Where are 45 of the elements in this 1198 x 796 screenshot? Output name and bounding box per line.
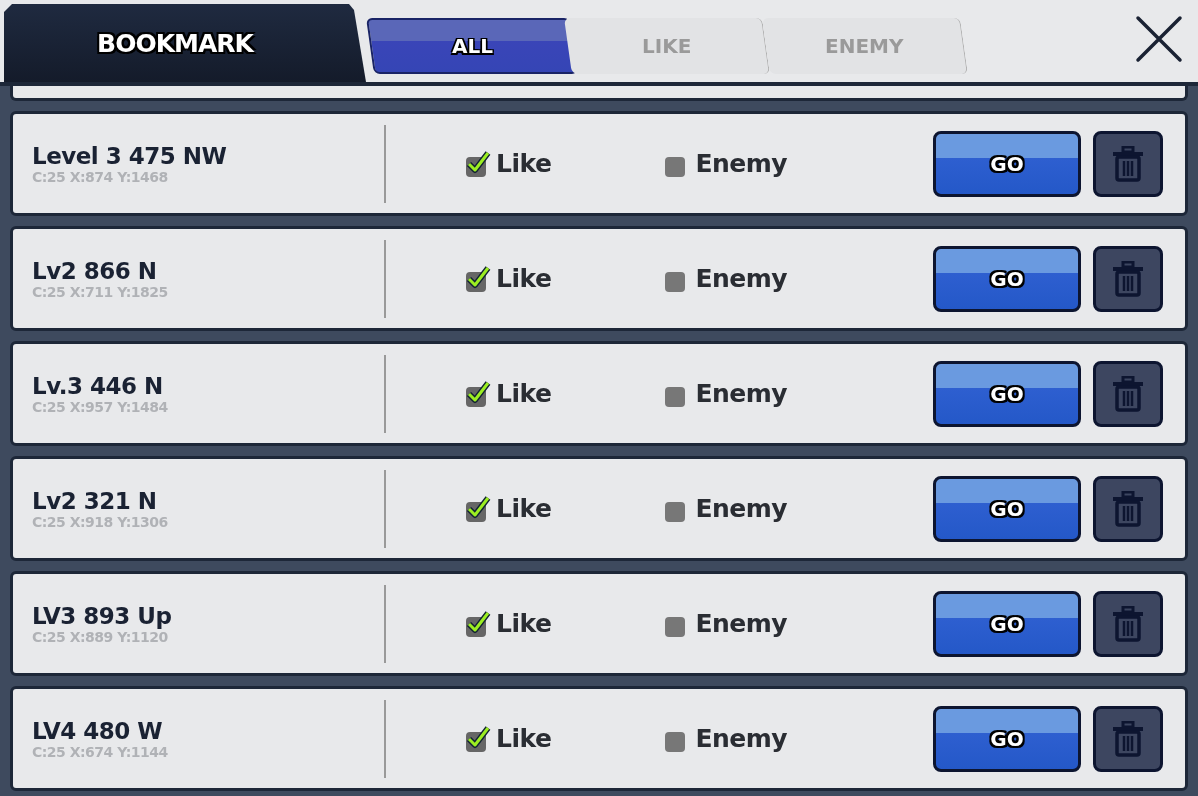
like-label: Like	[496, 609, 552, 638]
like-label: Like	[496, 264, 552, 293]
bookmark-coordinates: C:25 X:918 Y:1306	[32, 513, 169, 530]
bookmark-name: Lv2 321 N	[32, 487, 158, 514]
delete-button[interactable]	[1093, 245, 1163, 312]
delete-button[interactable]	[1093, 705, 1163, 772]
like-label: Like	[496, 724, 552, 753]
delete-button[interactable]	[1093, 130, 1163, 197]
delete-button[interactable]	[1093, 360, 1163, 427]
go-button[interactable]: GO	[933, 360, 1081, 427]
enemy-label: Enemy	[695, 609, 788, 638]
bookmark-name: LV3 893 Up	[32, 602, 173, 629]
bookmark-coordinates: C:25 X:874 Y:1468	[32, 168, 169, 185]
bookmark-name: Lv2 866 N	[32, 257, 158, 284]
enemy-label: Enemy	[695, 264, 788, 293]
bookmark-coordinates: C:25 X:889 Y:1120	[32, 628, 168, 645]
enemy-label: Enemy	[695, 724, 788, 753]
go-button[interactable]: GO	[933, 245, 1081, 312]
trash-icon	[1111, 605, 1145, 642]
close-icon	[1134, 14, 1184, 64]
trash-icon	[1111, 375, 1145, 412]
go-button[interactable]: GO	[933, 130, 1081, 197]
enemy-label: Enemy	[695, 149, 788, 178]
close-button[interactable]	[1134, 14, 1184, 64]
trash-icon	[1111, 260, 1145, 297]
bookmark-coordinates: C:25 X:957 Y:1484	[32, 398, 169, 415]
bookmark-name: Lv.3 446 N	[32, 372, 164, 399]
delete-button[interactable]	[1093, 475, 1163, 542]
enemy-label: Enemy	[695, 379, 788, 408]
bookmark-coordinates: C:25 X:674 Y:1144	[32, 743, 169, 760]
bookmark-title: BOOKMARK	[4, 4, 366, 82]
like-label: Like	[496, 149, 552, 178]
bookmark-coordinates: C:25 X:711 Y:1825	[32, 283, 169, 300]
delete-button[interactable]	[1093, 590, 1163, 657]
go-button[interactable]: GO	[933, 590, 1081, 657]
go-button[interactable]: GO	[933, 475, 1081, 542]
bookmark-name: LV4 480 W	[32, 717, 164, 744]
trash-icon	[1111, 145, 1145, 182]
bookmark-name: Level 3 475 NW	[32, 142, 228, 169]
like-label: Like	[496, 379, 552, 408]
enemy-label: Enemy	[695, 494, 788, 523]
like-label: Like	[496, 494, 552, 523]
trash-icon	[1111, 490, 1145, 527]
go-button[interactable]: GO	[933, 705, 1081, 772]
trash-icon	[1111, 720, 1145, 757]
